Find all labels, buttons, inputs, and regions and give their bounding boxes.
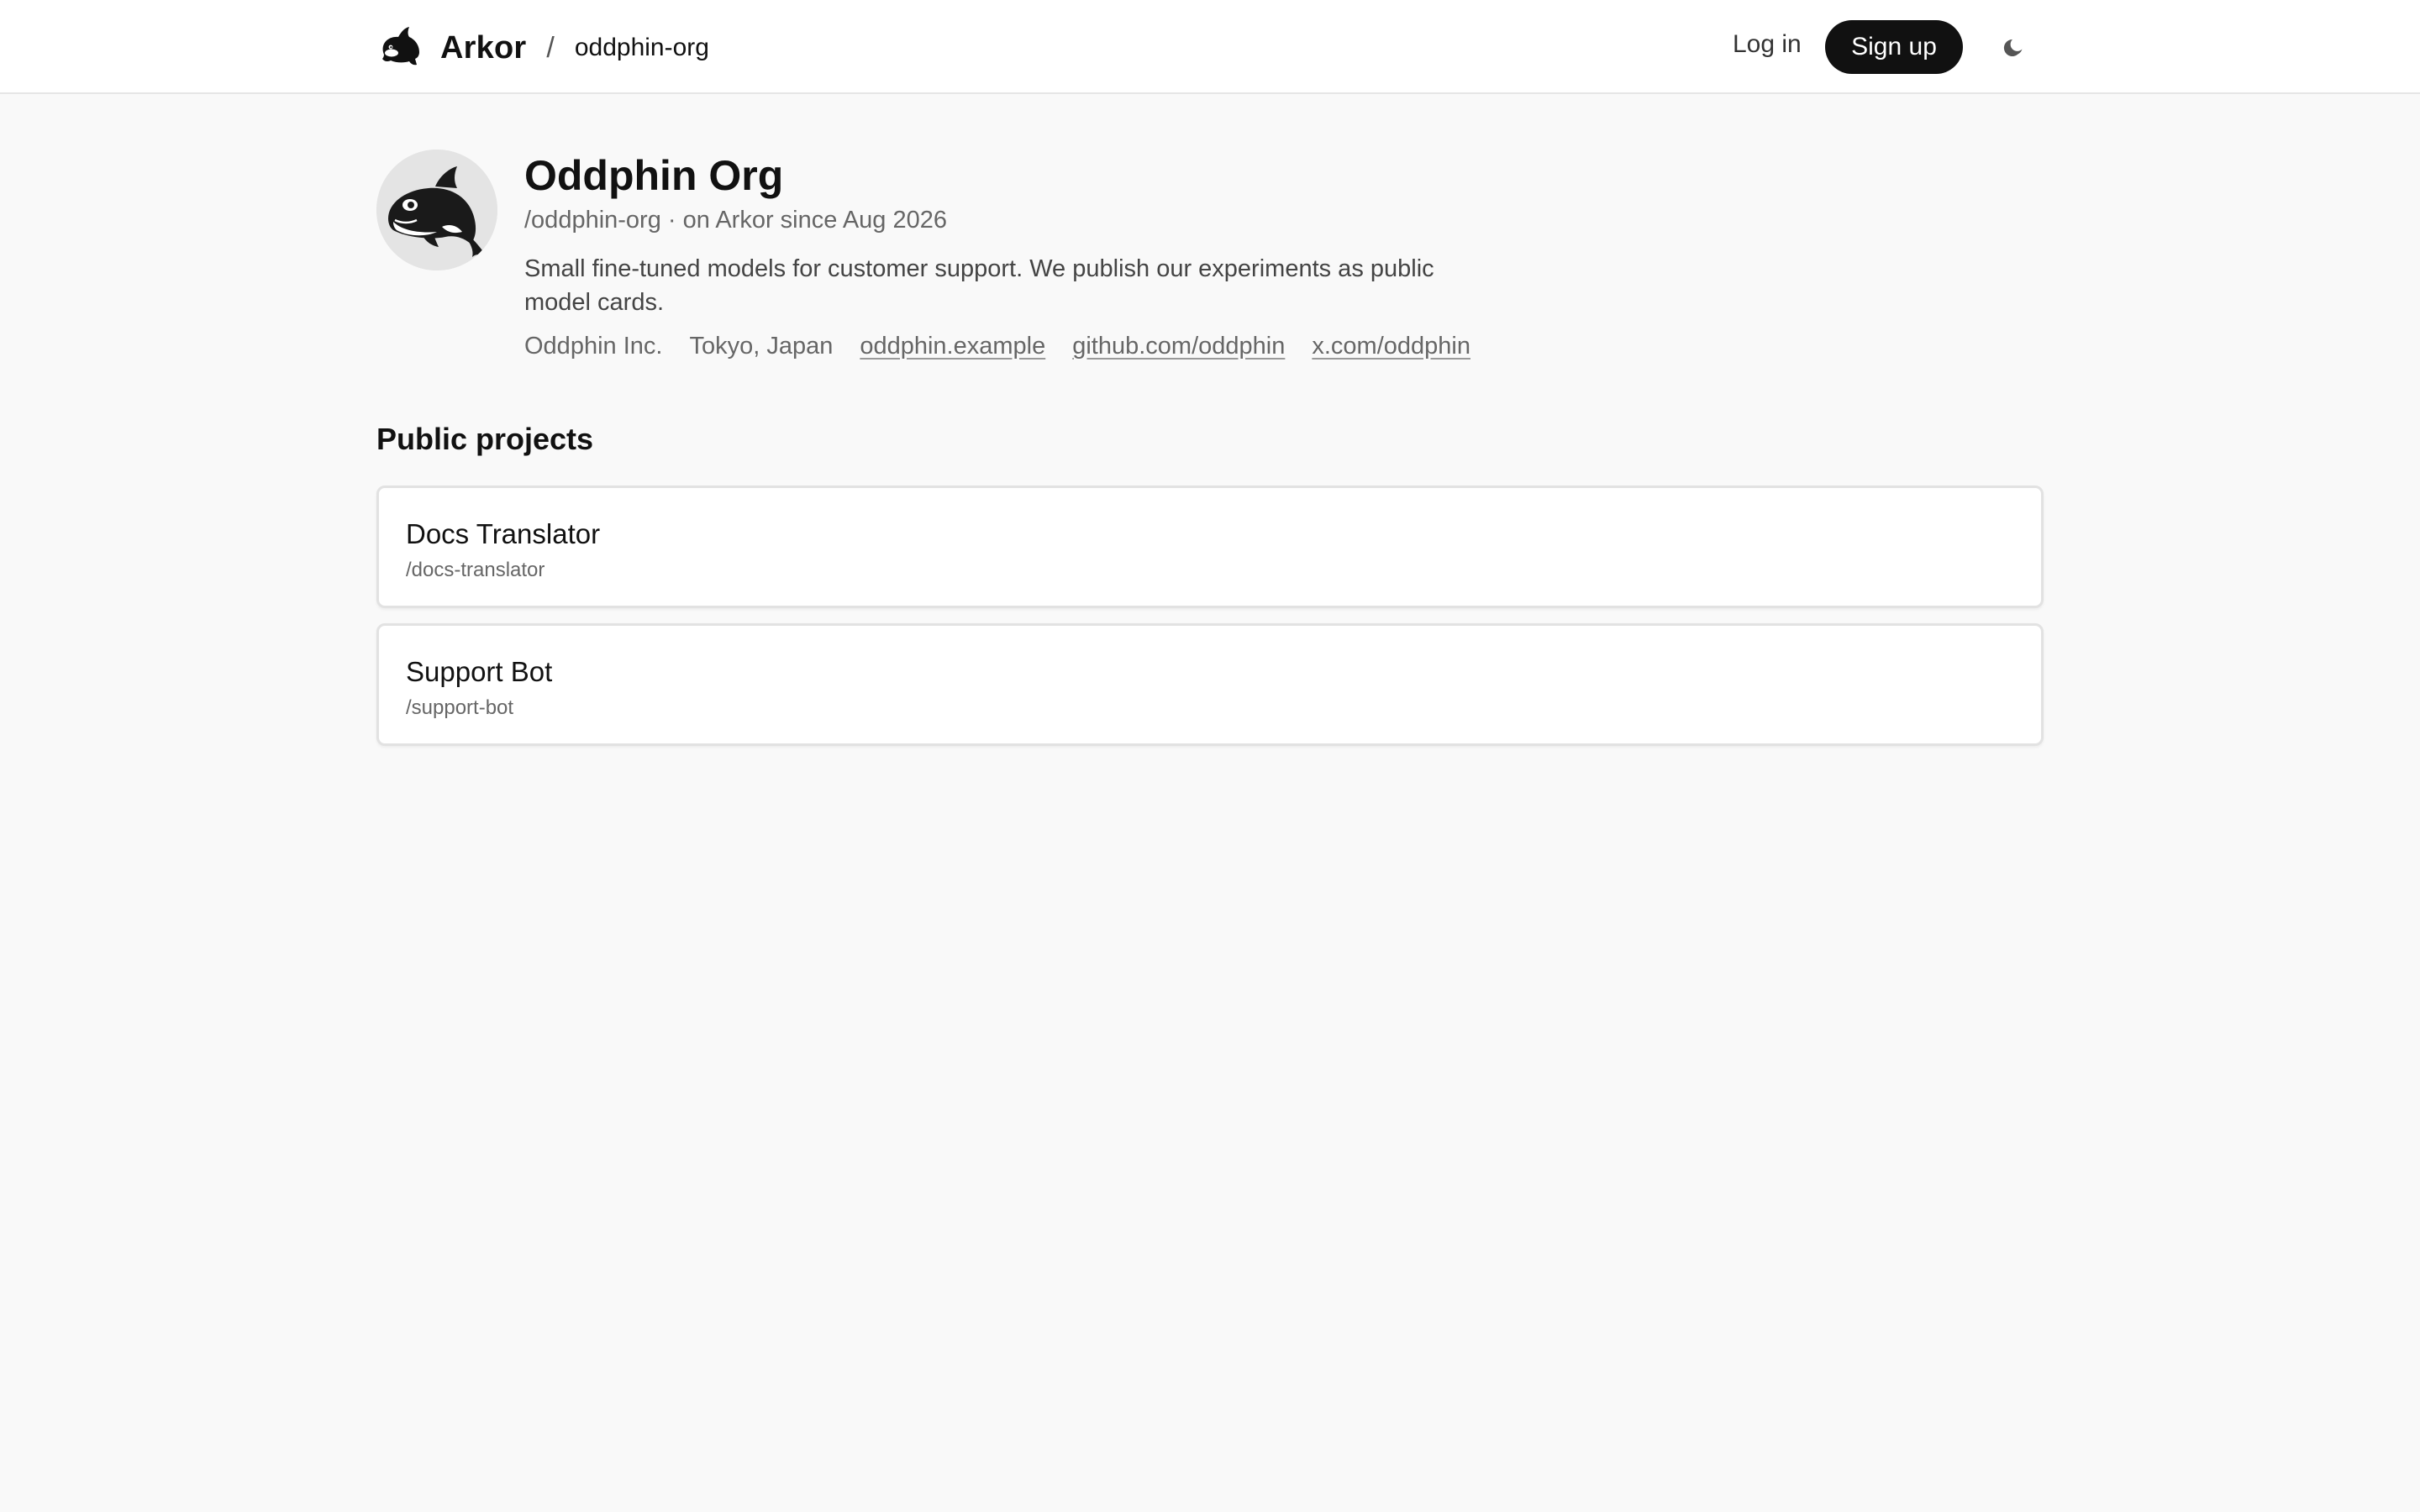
signup-button[interactable]: Sign up xyxy=(1825,20,1963,74)
brand-name[interactable]: Arkor xyxy=(440,30,526,66)
brand: Arkor / oddphin-org xyxy=(376,25,709,71)
org-description: Small fine-tuned models for customer sup… xyxy=(524,255,1434,316)
top-navbar: Arkor / oddphin-org Log in Sign up xyxy=(0,0,2420,94)
x-link[interactable]: x.com/oddphin xyxy=(1312,333,1470,360)
breadcrumb-org[interactable]: oddphin-org xyxy=(575,34,709,62)
project-slug: /docs-translator xyxy=(406,559,545,581)
orca-avatar-icon xyxy=(376,150,497,270)
org-company: Oddphin Inc. xyxy=(524,333,663,360)
org-avatar xyxy=(376,150,497,270)
moon-icon[interactable] xyxy=(2002,35,2027,60)
project-name: Docs Translator xyxy=(406,518,601,549)
breadcrumb-separator: / xyxy=(546,31,555,64)
project-slug: /support-bot xyxy=(406,696,514,719)
org-meta: /oddphin-org · on Arkor since Aug 2026 xyxy=(524,207,947,234)
project-card-docs-translator[interactable]: Docs Translator /docs-translator xyxy=(376,486,2044,608)
org-title: Oddphin Org xyxy=(524,152,784,199)
website-link[interactable]: oddphin.example xyxy=(860,333,1045,360)
org-location: Tokyo, Japan xyxy=(689,333,834,360)
github-link[interactable]: github.com/oddphin xyxy=(1072,333,1285,360)
login-link[interactable]: Log in xyxy=(1733,30,1802,59)
org-links: Oddphin Inc. Tokyo, Japan oddphin.exampl… xyxy=(524,333,1497,360)
project-card-support-bot[interactable]: Support Bot /support-bot xyxy=(376,623,2044,746)
section-title-public-projects: Public projects xyxy=(376,422,594,456)
project-name: Support Bot xyxy=(406,656,553,687)
orca-logo-icon[interactable] xyxy=(376,24,424,71)
